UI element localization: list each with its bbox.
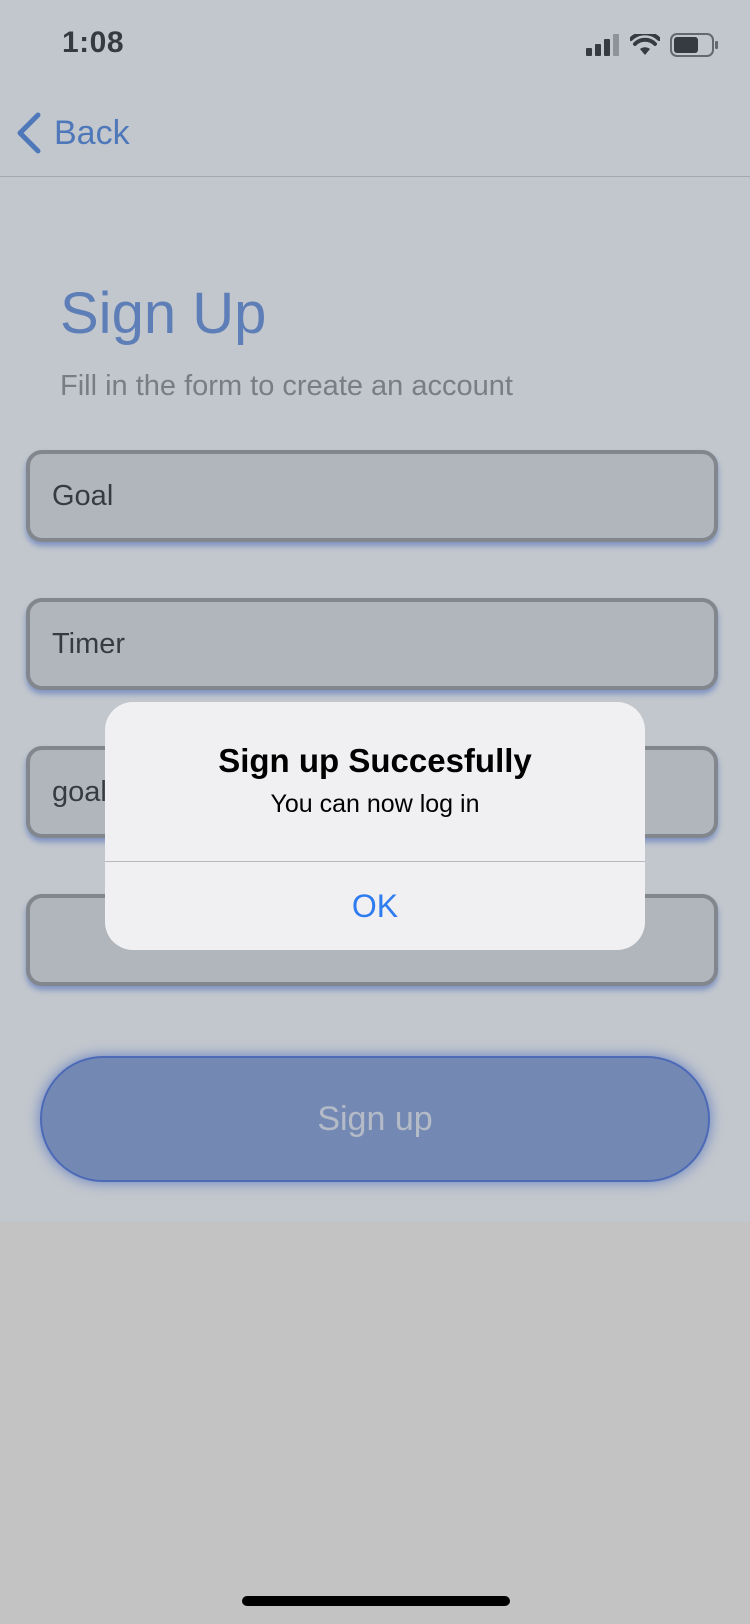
modal-dim-overlay [0, 0, 750, 1222]
alert-title: Sign up Succesfully [218, 742, 532, 779]
alert-dialog: Sign up Succesfully You can now log in O… [105, 702, 645, 950]
screen: 1:08 Back Sign Up Fill in the form to cr… [0, 0, 750, 1624]
alert-ok-button[interactable]: OK [105, 862, 645, 950]
alert-message: You can now log in [270, 790, 480, 818]
home-indicator[interactable] [242, 1596, 510, 1606]
